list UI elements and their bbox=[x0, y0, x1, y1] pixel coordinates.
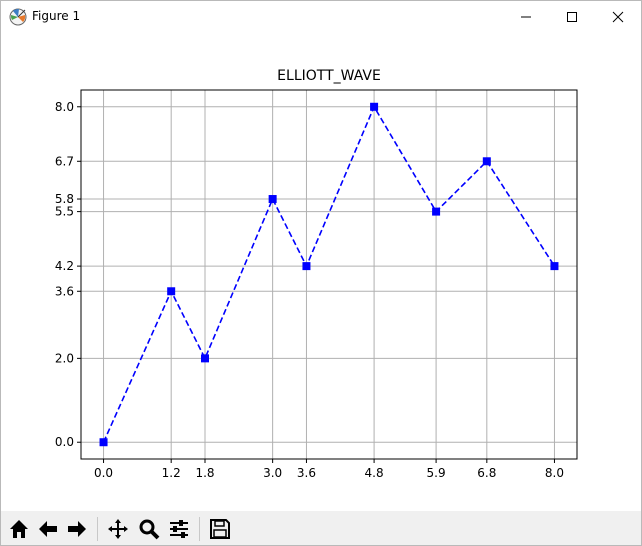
y-tick-label: 3.6 bbox=[55, 284, 74, 298]
x-tick-label: 3.6 bbox=[297, 466, 316, 480]
data-point-marker bbox=[201, 354, 209, 363]
minimize-icon bbox=[521, 16, 531, 17]
axis-ticks: 0.0 1.2 1.8 3.0 3.6 4.8 5.9 6.8 8.0 0.0 2.0 3.6 4.2 5… bbox=[55, 100, 564, 480]
y-tick-label: 4.2 bbox=[55, 259, 74, 273]
maximize-icon bbox=[567, 11, 577, 22]
zoom-magnifier-icon bbox=[139, 519, 160, 540]
home-button[interactable] bbox=[6, 516, 32, 542]
back-button[interactable] bbox=[35, 516, 61, 542]
x-tick-label: 0.0 bbox=[94, 466, 113, 480]
data-series bbox=[99, 102, 559, 447]
data-point-marker bbox=[167, 287, 176, 296]
data-point-marker bbox=[482, 157, 491, 166]
forward-button[interactable] bbox=[64, 516, 90, 542]
x-tick-label: 1.8 bbox=[195, 466, 214, 480]
toolbar-separator bbox=[199, 517, 200, 541]
data-point-marker bbox=[268, 195, 277, 204]
data-point-marker bbox=[432, 207, 441, 216]
forward-arrow-icon bbox=[68, 521, 86, 537]
x-tick-label: 3.0 bbox=[263, 466, 282, 480]
figure-window: Figure 1 0.0 1.2 1.8 3.0 3.6 4.8 5.9 6.8 8.0 0.0 2… bbox=[0, 0, 642, 546]
navigation-toolbar bbox=[1, 511, 641, 545]
y-tick-label: 5.5 bbox=[55, 205, 74, 219]
y-tick-label: 8.0 bbox=[55, 100, 74, 114]
matplotlib-app-icon bbox=[9, 8, 27, 26]
x-tick-label: 1.2 bbox=[162, 466, 181, 480]
x-tick-label: 5.9 bbox=[427, 466, 446, 480]
chart-title: ELLIOTT_WAVE bbox=[277, 68, 381, 84]
grid bbox=[81, 90, 577, 459]
toolbar-separator bbox=[97, 517, 98, 541]
x-tick-label: 6.8 bbox=[477, 466, 496, 480]
y-tick-label: 2.0 bbox=[55, 351, 74, 365]
configure-subplots-icon bbox=[170, 520, 188, 538]
data-point-marker bbox=[550, 262, 559, 271]
zoom-button[interactable] bbox=[136, 516, 162, 542]
close-button[interactable] bbox=[595, 1, 641, 32]
data-point-marker bbox=[370, 102, 379, 111]
save-floppy-icon bbox=[210, 519, 230, 539]
home-icon bbox=[10, 520, 28, 538]
window-title: Figure 1 bbox=[32, 9, 81, 23]
save-button[interactable] bbox=[207, 516, 233, 542]
maximize-button[interactable] bbox=[549, 1, 595, 32]
plot-area-frame bbox=[80, 89, 578, 460]
title-bar[interactable]: Figure 1 bbox=[1, 1, 641, 32]
y-tick-label: 5.8 bbox=[55, 192, 74, 206]
x-tick-label: 4.8 bbox=[365, 466, 384, 480]
data-point-marker bbox=[302, 262, 311, 271]
line-chart[interactable]: 0.0 1.2 1.8 3.0 3.6 4.8 5.9 6.8 8.0 0.0 2.0 3.6 4.2 5… bbox=[1, 32, 641, 511]
configure-subplots-button[interactable] bbox=[166, 516, 192, 542]
y-tick-label: 0.0 bbox=[55, 435, 74, 449]
x-tick-label: 8.0 bbox=[545, 466, 564, 480]
data-point-marker bbox=[99, 438, 108, 447]
y-tick-label: 6.7 bbox=[55, 154, 74, 168]
back-arrow-icon bbox=[39, 521, 57, 537]
figure-canvas[interactable]: 0.0 1.2 1.8 3.0 3.6 4.8 5.9 6.8 8.0 0.0 2.0 3.6 4.2 5… bbox=[1, 32, 641, 511]
pan-button[interactable] bbox=[105, 516, 131, 542]
pan-move-icon bbox=[108, 519, 128, 539]
close-icon bbox=[612, 11, 624, 22]
minimize-button[interactable] bbox=[503, 1, 549, 32]
